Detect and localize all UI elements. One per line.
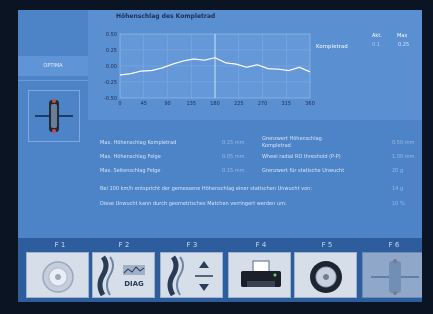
result-label-2: Max. Höhenschlag Felge bbox=[100, 154, 161, 160]
legend-series-label: Kompletrad bbox=[316, 44, 348, 50]
screen-bezel-top bbox=[0, 0, 433, 10]
result-label2-2: Wheel radial RO threshold (P-P) bbox=[262, 154, 341, 160]
tire-adjust-icon bbox=[167, 255, 213, 297]
left-menu-item-optima[interactable]: OPTIMA bbox=[18, 56, 88, 76]
left-menu: OPTIMA bbox=[18, 10, 88, 246]
result-label2-3: Grenzwert für statische Unwucht bbox=[262, 168, 345, 174]
x-tick-label: 270 bbox=[258, 101, 268, 107]
left-menu-divider bbox=[18, 80, 88, 81]
result-label-1: Max. Höhenschlag Kompletrad bbox=[100, 140, 177, 146]
unbalance-value: 14 g bbox=[392, 186, 404, 192]
legend-akt-value: 0.1 bbox=[372, 42, 380, 48]
f6-button[interactable] bbox=[362, 252, 425, 298]
x-tick-label: 45 bbox=[141, 101, 147, 107]
x-tick-label: 135 bbox=[186, 101, 196, 107]
legend-max-header: Max bbox=[397, 33, 408, 39]
f1-button[interactable] bbox=[26, 252, 89, 298]
f5-button[interactable] bbox=[294, 252, 357, 298]
matching-value: 10 % bbox=[392, 201, 405, 207]
y-tick-label: 0.00 bbox=[106, 64, 117, 70]
fkey-label-f3: F 3 bbox=[186, 241, 198, 249]
x-tick-label: 225 bbox=[234, 101, 244, 107]
f4-print-button[interactable] bbox=[228, 252, 291, 298]
legend-max-value: 0.25 bbox=[398, 42, 410, 48]
results-panel bbox=[88, 120, 422, 246]
x-tick-label: 315 bbox=[281, 101, 291, 107]
y-tick-label: -0.25 bbox=[104, 80, 117, 86]
result-label2-1: Grenzwert Höhenschlag Kompletrad bbox=[262, 136, 322, 149]
left-menu-item-2[interactable] bbox=[18, 33, 88, 53]
x-tick-label: 180 bbox=[210, 101, 220, 107]
matching-text: Diese Unwucht kann durch geometrisches M… bbox=[100, 201, 287, 207]
unbalance-text: Bei 100 km/h entspricht der gemessene Hö… bbox=[100, 186, 313, 192]
result-value-3: 0.15 mm bbox=[222, 168, 245, 174]
result-value2-2: 1.00 mm bbox=[392, 154, 415, 160]
wheel-icon bbox=[42, 261, 74, 293]
y-tick-label: 0.25 bbox=[106, 48, 117, 54]
screen-bezel-right bbox=[422, 0, 433, 314]
screen-bezel-bottom bbox=[0, 302, 433, 314]
result-value-2: 0.05 mm bbox=[222, 154, 245, 160]
result-value2-1: 0.50 mm bbox=[392, 140, 415, 146]
fkey-label-f5: F 5 bbox=[321, 241, 333, 249]
screen-bezel-left bbox=[0, 0, 18, 314]
x-tick-label: 90 bbox=[164, 101, 170, 107]
fkey-label-f2: F 2 bbox=[118, 241, 130, 249]
result-value-1: 0.25 mm bbox=[222, 140, 245, 146]
diag-text: DIAG bbox=[124, 280, 144, 288]
wheel-balancer-screen: OPTIMA Höhenschlag des Kompletrad 0.50 0.… bbox=[0, 0, 433, 314]
x-tick-label: 360 bbox=[305, 101, 315, 107]
legend-akt-header: Akt. bbox=[372, 33, 382, 39]
chart-title: Höhenschlag des Kompletrad bbox=[116, 13, 216, 20]
fkey-label-f6: F 6 bbox=[388, 241, 400, 249]
printer-icon bbox=[241, 260, 281, 287]
balancer-icon bbox=[371, 259, 419, 295]
y-tick-label: 0.50 bbox=[106, 32, 117, 38]
fkey-label-f1: F 1 bbox=[54, 241, 66, 249]
tire-diag-icon: DIAG bbox=[97, 255, 145, 297]
left-menu-item-1[interactable] bbox=[18, 12, 88, 32]
runout-chart: 0.50 0.25 0.00 -0.25 -0.500 45 90 135 180 225 270 3… bbox=[104, 32, 315, 107]
fkey-label-f4: F 4 bbox=[255, 241, 267, 249]
tire-wheel-icon bbox=[310, 261, 342, 293]
x-tick-label: 0 bbox=[118, 101, 121, 107]
result-value2-3: 20 g bbox=[392, 168, 404, 174]
result-label-3: Max. Seitenschlag Felge bbox=[100, 168, 161, 174]
f2-diag-button[interactable]: DIAG bbox=[92, 252, 155, 298]
wheel-position-icon bbox=[28, 90, 80, 142]
f3-button[interactable] bbox=[160, 252, 223, 298]
y-tick-label: -0.50 bbox=[104, 96, 117, 102]
